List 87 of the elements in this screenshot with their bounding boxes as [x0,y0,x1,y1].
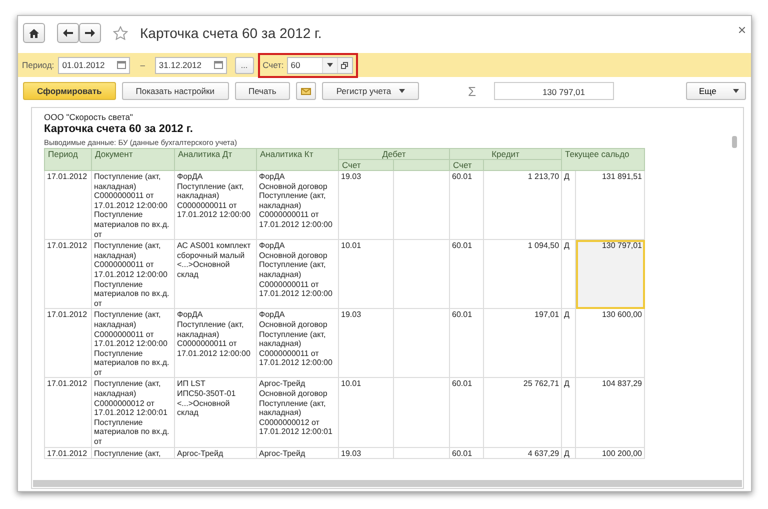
right-arrow-icon [85,29,95,37]
column-header: Период [44,148,92,170]
column-header: Кредит [450,148,562,160]
table-cell: 60.01 [450,308,484,378]
table-cell: 60.01 [450,170,484,240]
table-cell: 60.01 [450,378,484,448]
table-cell[interactable]: 130 600,00 [576,308,645,378]
date-to-field[interactable]: 31.12.2012 [154,56,227,74]
table-cell: ФорДА Поступление (акт, накладная) С0000000011 от 17.01.2012 12:00:00 [174,170,256,240]
table-cell: Д [562,447,576,459]
sum-field: 130 797,01 [494,82,614,100]
table-cell: ИП LST ИПС50-350Т-01 <...>Основной склад [174,378,256,448]
table-cell: Поступление (акт, накладная) С0000000012 от 17.01.2012 12:00:01 Поступление материалов по вх.д. от [92,378,174,448]
table-cell: 17.01.2012 [44,308,92,378]
table-cell: 17.01.2012 [44,378,92,448]
dash-separator: – [140,60,145,70]
home-icon [29,28,39,38]
table-cell: 19.03 [338,170,394,240]
left-arrow-icon [63,29,73,37]
envelope-button[interactable] [296,82,316,100]
generate-button[interactable]: Сформировать [23,82,116,100]
back-button[interactable] [57,23,79,43]
company-name: ООО "Скорость света" [44,112,134,122]
more-button[interactable]: Еще [686,82,746,100]
table-cell: Поступление (акт, накладная) С0000000011 от 17.01.2012 12:00:00 Поступление материалов по вх.д. от [92,170,174,240]
table-cell: 4 637,29 [484,447,562,459]
column-header: Дебет [338,148,450,160]
toolbar-button[interactable]: Печать [234,82,290,100]
column-header: Документ [92,148,174,170]
table-cell: 1 094,50 [484,240,562,309]
caret-icon [399,89,406,93]
table-cell: 1 213,70 [484,170,562,240]
account-label: Счет: [262,60,284,70]
table-cell: 19.03 [338,447,394,459]
table-cell: Поступление (акт, накладная) С0000000011 от 17.01.2012 12:00:00 Поступление материалов по вх.д. от [92,240,174,309]
calendar-icon [117,61,126,69]
table-cell[interactable]: 104 837,29 [576,378,645,448]
register-dropdown[interactable]: Регистр учета [322,82,420,100]
forward-button[interactable] [79,23,101,43]
table-cell: Д [562,170,576,240]
horizontal-scrollbar[interactable] [33,480,742,487]
table-cell: ФорДА Основной договор Поступление (акт, накладная) С0000000011 от 17.01.2012 12:00:00 [256,170,338,240]
envelope-icon [301,88,312,94]
table-cell: 17.01.2012 [44,447,92,459]
table-cell: 19.03 [338,308,394,378]
sum-symbol: Σ [468,84,476,98]
table-cell: 10.01 [338,240,394,309]
window-title: Карточка счета 60 за 2012 г. [140,25,323,41]
table-cell: 25 762,71 [484,378,562,448]
dropdown-button[interactable] [322,58,337,72]
table-cell: Д [562,378,576,448]
account-field[interactable]: 60 [286,56,353,74]
caret-icon [733,89,739,93]
table-cell: ФорДА Поступление (акт, накладная) С0000000011 от 17.01.2012 12:00:00 [174,308,256,378]
column-header: Аналитика Дт [174,148,256,170]
toolbar-button[interactable]: Показать настройки [122,82,228,100]
table-cell: 197,01 [484,308,562,378]
table-cell: 17.01.2012 [44,170,92,240]
open-button[interactable] [336,58,352,72]
home-button[interactable] [23,23,45,43]
table-cell: АС AS001 комплект сборочный малый <...>Основной склад [174,240,256,309]
period-label: Период: [22,60,54,70]
report-title: Карточка счета 60 за 2012 г. [44,123,194,135]
period-choice-button[interactable]: ... [234,56,254,74]
table-cell: ФорДА Основной договор Поступление (акт, накладная) С0000000011 от 17.01.2012 12:00:00 [256,308,338,378]
open-icon [341,62,348,68]
close-icon [739,27,745,33]
table-cell: Д [562,308,576,378]
table-cell[interactable]: 100 200,00 [576,447,645,459]
table-cell: 60.01 [450,240,484,309]
scroll-thumb[interactable] [732,136,737,148]
calendar-icon [214,61,223,69]
table-cell: Аргос-Трейд [256,447,338,459]
column-header: Аналитика Кт [256,148,338,170]
table-cell: Аргос-Трейд Основной договор Поступление (акт, накладная) С0000000012 от 17.01.2012 12:00:01 [256,378,338,448]
table-cell: Поступление (акт, [92,447,174,459]
caret-icon [326,63,333,67]
table-cell: Поступление (акт, накладная) С0000000011 от 17.01.2012 12:00:00 Поступление материалов по вх.д. от [92,308,174,378]
date-from-field[interactable]: 01.01.2012 [58,56,130,74]
column-header: Текущее сальдо [562,148,645,170]
table-cell: ФорДА Основной договор Поступление (акт, накладная) С0000000011 от 17.01.2012 12:00:00 [256,240,338,309]
table-cell: 60.01 [450,447,484,459]
table-cell: 17.01.2012 [44,240,92,309]
table-cell: Аргос-Трейд [174,447,256,459]
star-icon[interactable] [113,26,128,40]
table-cell: 10.01 [338,378,394,448]
table-cell[interactable]: 130 797,01 [576,240,645,309]
